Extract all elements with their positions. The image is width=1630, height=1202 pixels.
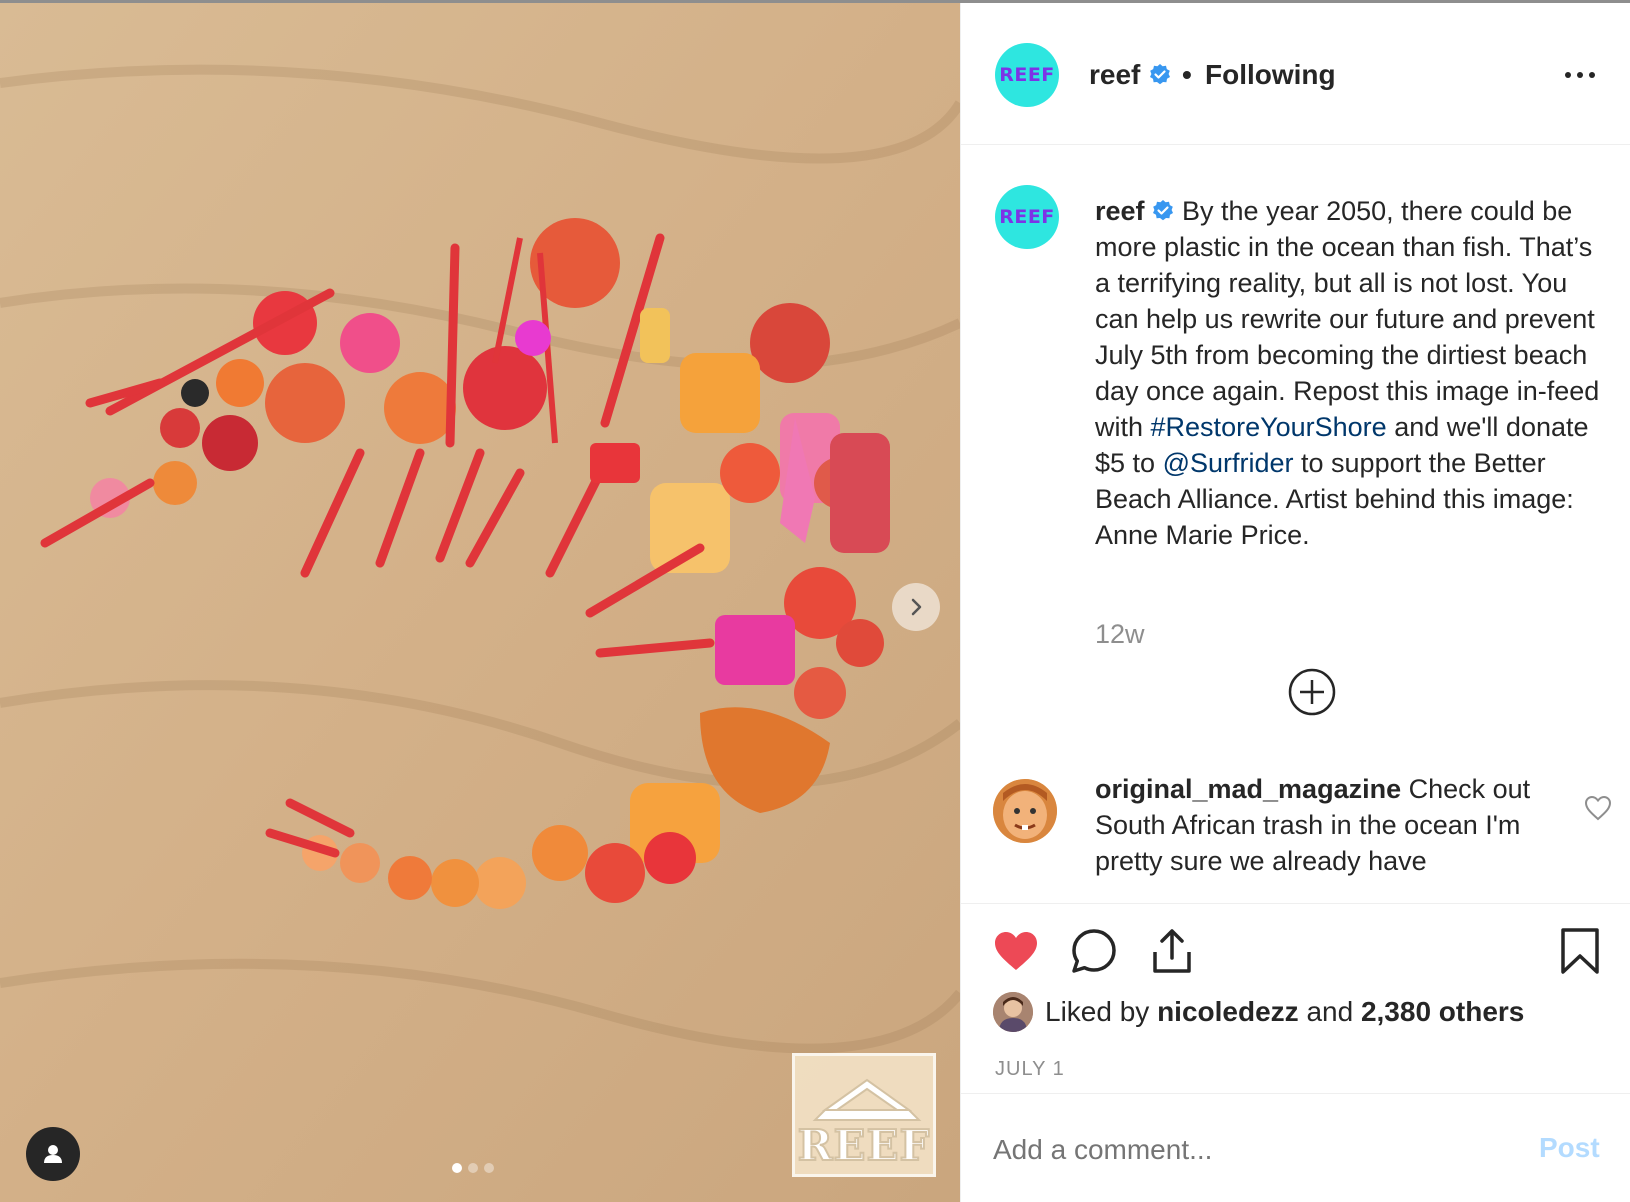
avatar-text: REEF — [999, 64, 1055, 86]
post-sidebar: REEF reef • Following REEF reef By the y… — [960, 3, 1630, 1202]
author-username[interactable]: reef — [1089, 59, 1172, 91]
post-header: REEF reef • Following — [961, 3, 1630, 145]
post-comment-button[interactable]: Post — [1539, 1132, 1600, 1164]
username-text: reef — [1089, 59, 1141, 90]
post-image[interactable]: REEF — [0, 3, 960, 1202]
liked-by-prefix: Liked by — [1045, 996, 1150, 1027]
post-actions: Liked by nicoledezz and 2,380 others JUL… — [961, 903, 1630, 1093]
comment-input[interactable] — [993, 1134, 1473, 1166]
liker-avatar-image — [993, 992, 1033, 1032]
caption-username[interactable]: reef — [1095, 196, 1145, 226]
carousel-indicator — [452, 1163, 494, 1173]
commenter-avatar[interactable] — [993, 779, 1057, 843]
liked-by-mid: and — [1306, 996, 1354, 1027]
verified-badge-icon — [1152, 200, 1173, 221]
likes-summary[interactable]: Liked by nicoledezz and 2,380 others — [993, 992, 1524, 1032]
add-comment-bar: Post — [961, 1093, 1630, 1202]
avatar-text: REEF — [999, 206, 1055, 228]
tagged-users-button[interactable] — [26, 1127, 80, 1181]
comment-item: original_mad_magazine Check out South Af… — [1095, 771, 1555, 879]
carousel-dot — [468, 1163, 478, 1173]
caption-text-1: By the year 2050, there could be more pl… — [1095, 196, 1600, 442]
author-avatar[interactable]: REEF — [995, 43, 1059, 107]
hashtag-link[interactable]: #RestoreYourShore — [1151, 412, 1387, 442]
liker-avatar[interactable] — [993, 992, 1033, 1032]
next-image-button[interactable] — [892, 583, 940, 631]
watermark-text: REEF — [797, 1120, 931, 1171]
instagram-post-page: REEF REEF reef • Following REEF reef By … — [0, 0, 1630, 1202]
comment-bubble-icon[interactable] — [1069, 926, 1119, 976]
like-heart-icon[interactable] — [991, 926, 1041, 976]
likes-count[interactable]: 2,380 others — [1361, 996, 1524, 1028]
plastic-shrimp-artwork — [0, 3, 960, 1202]
chevron-right-icon — [911, 598, 922, 616]
user-icon — [44, 1145, 62, 1163]
load-more-comments-icon[interactable] — [1287, 667, 1337, 717]
save-bookmark-icon[interactable] — [1555, 926, 1605, 976]
reef-watermark-logo: REEF — [792, 1053, 936, 1177]
carousel-dot — [452, 1163, 462, 1173]
caption-timestamp[interactable]: 12w — [1095, 619, 1145, 650]
header-separator: • — [1182, 59, 1192, 90]
mention-link[interactable]: @Surfrider — [1163, 448, 1294, 478]
following-button[interactable]: Following — [1205, 59, 1336, 91]
share-icon[interactable] — [1147, 926, 1197, 976]
verified-badge-icon — [1150, 64, 1171, 85]
more-horizontal-icon — [1565, 72, 1571, 78]
comment-username[interactable]: original_mad_magazine — [1095, 774, 1401, 804]
commenter-face-image — [993, 779, 1057, 843]
carousel-dot — [484, 1163, 494, 1173]
more-options-button[interactable] — [1565, 63, 1605, 87]
like-comment-heart-icon[interactable] — [1583, 793, 1613, 823]
post-date[interactable]: JULY 1 — [995, 1058, 1065, 1081]
post-caption: reef By the year 2050, there could be mo… — [1095, 193, 1607, 553]
caption-author-avatar[interactable]: REEF — [995, 185, 1059, 249]
comments-section[interactable]: REEF reef By the year 2050, there could … — [961, 145, 1630, 903]
liked-by-user[interactable]: nicoledezz — [1157, 996, 1299, 1028]
